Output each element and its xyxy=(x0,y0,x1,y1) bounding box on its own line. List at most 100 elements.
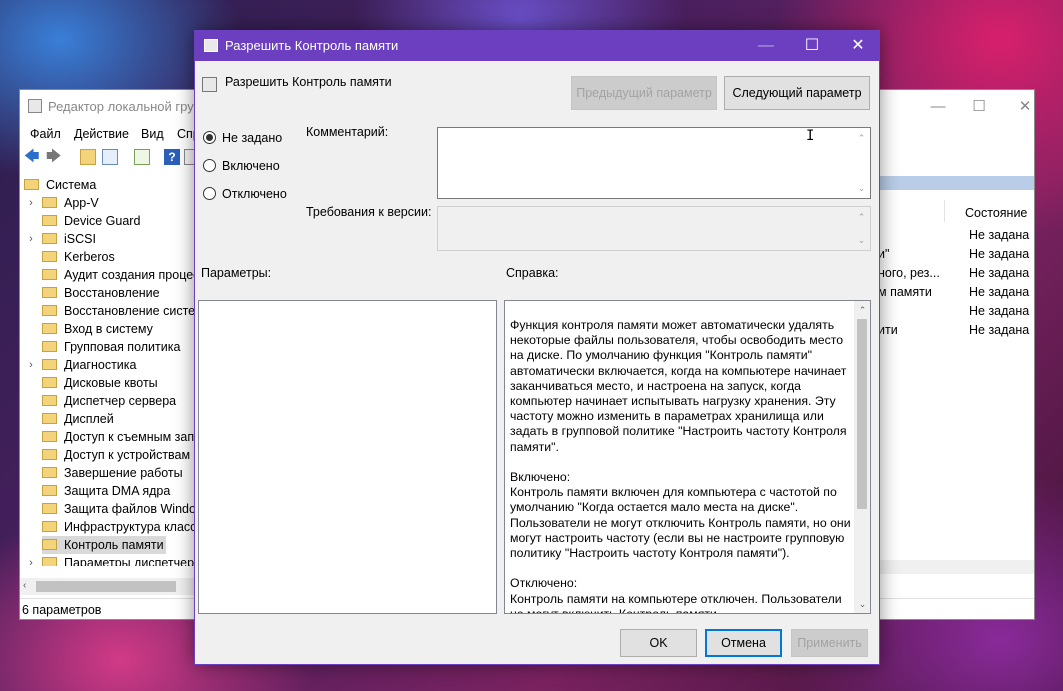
tree-item[interactable]: › Диагностика xyxy=(29,356,137,374)
dialog-maximize-icon[interactable]: ☐ xyxy=(789,31,835,61)
help-scrollbar[interactable]: ⌃ ⌄ xyxy=(854,301,870,613)
tree-item[interactable]: Kerberos xyxy=(42,248,115,266)
tree-item[interactable]: Вход в систему xyxy=(42,320,153,338)
close-icon[interactable]: ✕ xyxy=(1010,96,1040,118)
previous-setting-button[interactable]: Предыдущий параметр xyxy=(571,76,717,110)
policy-row-state[interactable]: Не задана xyxy=(969,283,1029,302)
policy-setting-icon xyxy=(204,39,218,52)
menu-action[interactable]: Действие xyxy=(74,127,129,141)
column-header-state[interactable]: Состояние xyxy=(965,206,1027,220)
tree-horizontal-scrollbar[interactable]: ‹ xyxy=(20,578,194,595)
export-list-icon[interactable] xyxy=(134,149,150,165)
tree-item-label: Диспетчер сервера xyxy=(64,394,177,408)
scroll-up-icon[interactable]: ⌃ xyxy=(853,210,870,224)
tree-item[interactable]: Защита DMA ядра xyxy=(42,482,170,500)
comment-scrollbar[interactable]: ⌃ ⌄ xyxy=(853,128,870,198)
chevron-right-icon[interactable]: › xyxy=(26,356,36,374)
tree-item[interactable]: Контроль памяти xyxy=(42,536,166,554)
tree-item-label: Диагностика xyxy=(64,358,137,372)
tree-item[interactable]: Дисплей xyxy=(42,410,114,428)
tree-item[interactable]: Инфраструктура класс xyxy=(42,518,194,536)
tree-item-label: Доступ к съемным запо xyxy=(64,430,194,444)
policy-row-state[interactable]: Не задана xyxy=(969,302,1029,321)
folder-icon xyxy=(42,431,57,443)
policy-row-state[interactable]: Не задана xyxy=(969,264,1029,283)
tree-item[interactable]: › iSCSI xyxy=(29,230,96,248)
scroll-up-icon[interactable]: ⌃ xyxy=(853,131,870,145)
apply-button[interactable]: Применить xyxy=(791,629,868,657)
menu-file[interactable]: Файл xyxy=(30,127,61,141)
scroll-down-icon[interactable]: ⌄ xyxy=(854,597,870,611)
forward-arrow-icon[interactable]: 🡆 xyxy=(46,149,62,165)
tree-item[interactable]: Завершение работы xyxy=(42,464,183,482)
folder-icon xyxy=(42,305,57,317)
tree-item[interactable]: Защита файлов Windo xyxy=(42,500,194,518)
radio-enabled-label[interactable]: Включено xyxy=(222,157,280,175)
status-text: 6 параметров xyxy=(22,603,102,617)
tree-item[interactable]: › App-V xyxy=(29,194,99,212)
policy-row-state[interactable]: Не задана xyxy=(969,321,1029,340)
radio-not-configured-label[interactable]: Не задано xyxy=(222,129,282,147)
ok-button[interactable]: OK xyxy=(620,629,697,657)
tree-item-label: Система xyxy=(46,178,97,192)
folder-icon xyxy=(42,197,57,209)
tree-item[interactable]: › Параметры диспетчера xyxy=(29,554,194,566)
menu-view[interactable]: Вид xyxy=(141,127,164,141)
dialog-title: Разрешить Контроль памяти xyxy=(225,38,399,53)
radio-not-configured-circle[interactable] xyxy=(203,131,216,144)
chevron-right-icon[interactable]: › xyxy=(26,554,36,566)
policy-row-name[interactable]: м памяти xyxy=(878,283,932,302)
policy-row-state[interactable]: Не задана xyxy=(969,245,1029,264)
policy-setting-dialog: Разрешить Контроль памяти — ☐ ✕ Разрешит… xyxy=(194,30,880,665)
tree-item[interactable]: Device Guard xyxy=(42,212,140,230)
radio-enabled-circle[interactable] xyxy=(203,159,216,172)
tree-item[interactable]: Восстановление систем xyxy=(42,302,194,320)
chevron-right-icon[interactable]: › xyxy=(26,194,36,212)
folder-up-icon[interactable] xyxy=(80,149,96,165)
scroll-left-icon[interactable]: ‹ xyxy=(23,580,26,591)
dialog-close-icon[interactable]: ✕ xyxy=(835,31,881,61)
policy-row-state[interactable]: Не задана xyxy=(969,226,1029,245)
tree-item-label: Контроль памяти xyxy=(64,538,164,552)
text-cursor-icon: I xyxy=(806,128,815,144)
tree-item-label: Аудит создания процес xyxy=(64,268,194,282)
tree-item[interactable]: Доступ к съемным запо xyxy=(42,428,194,446)
maximize-icon[interactable]: ☐ xyxy=(964,96,994,118)
tree-item[interactable]: Диспетчер сервера xyxy=(42,392,176,410)
tree-item[interactable]: Доступ к устройствам В xyxy=(42,446,194,464)
editor-app-icon xyxy=(28,99,42,113)
cancel-button[interactable]: Отмена xyxy=(705,629,782,657)
policy-row-name[interactable]: ного, рез... xyxy=(878,264,940,283)
help-scroll-thumb[interactable] xyxy=(857,319,867,509)
comment-label: Комментарий: xyxy=(306,125,389,139)
minimize-icon[interactable]: — xyxy=(923,96,953,118)
parameters-panel xyxy=(198,300,497,614)
help-icon[interactable]: ? xyxy=(164,149,180,165)
radio-disabled-circle[interactable] xyxy=(203,187,216,200)
tree-item-label: Защита файлов Windo xyxy=(64,502,194,516)
dialog-titlebar[interactable]: Разрешить Контроль памяти — ☐ ✕ xyxy=(195,31,879,61)
scroll-down-icon[interactable]: ⌄ xyxy=(853,181,870,195)
tree-item[interactable]: Система xyxy=(24,176,96,194)
tree-item-label: Дисковые квоты xyxy=(64,376,158,390)
editor-title: Редактор локальной группы xyxy=(48,99,198,114)
chevron-right-icon[interactable]: › xyxy=(26,230,36,248)
version-scrollbar[interactable]: ⌃ ⌄ xyxy=(853,207,870,250)
tree-item[interactable]: Восстановление xyxy=(42,284,160,302)
right-pane-horizontal-scrollbar[interactable] xyxy=(878,560,1034,574)
scroll-up-icon[interactable]: ⌃ xyxy=(854,303,870,317)
next-setting-button[interactable]: Следующий параметр xyxy=(724,76,870,110)
back-arrow-icon[interactable]: 🡄 xyxy=(24,149,40,165)
column-separator xyxy=(944,200,945,222)
tree-item[interactable]: Аудит создания процес xyxy=(42,266,194,284)
scroll-down-icon[interactable]: ⌄ xyxy=(853,233,870,247)
show-tree-icon[interactable] xyxy=(102,149,118,165)
radio-disabled-label[interactable]: Отключено xyxy=(222,185,287,203)
folder-icon xyxy=(42,215,57,227)
tree-item[interactable]: Групповая политика xyxy=(42,338,180,356)
help-text: Функция контроля памяти может автоматиче… xyxy=(510,318,851,614)
folder-icon xyxy=(24,179,39,191)
tree-item[interactable]: Дисковые квоты xyxy=(42,374,158,392)
policy-row-name[interactable]: ити xyxy=(878,321,898,340)
tree-scroll-thumb[interactable] xyxy=(36,581,176,592)
